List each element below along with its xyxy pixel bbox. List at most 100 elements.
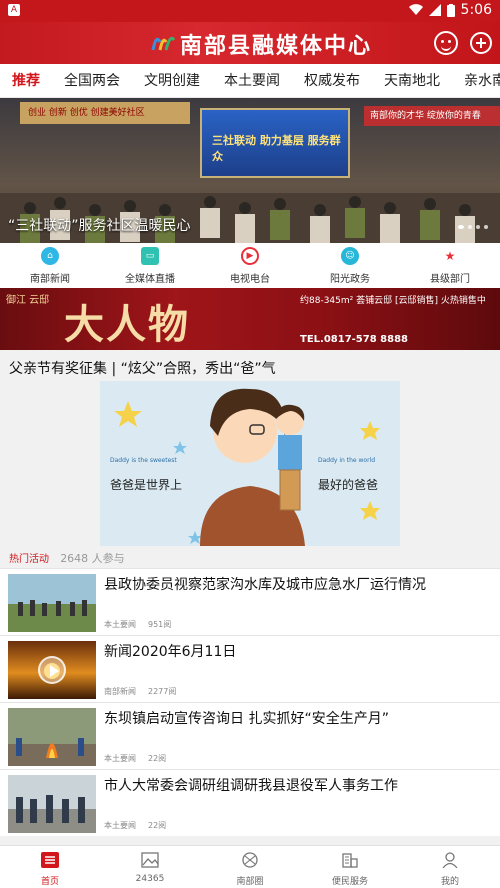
news-category: 南部新闻 [104, 687, 136, 696]
news-meta: 本土要闻 22阅 [104, 753, 166, 764]
feature-illustration: Daddy is the sweetest Daddy in the world… [100, 381, 400, 546]
menu-icon[interactable] [470, 32, 492, 54]
smiley-icon[interactable] [434, 31, 458, 55]
home-icon: ⌂ [41, 247, 59, 265]
carousel-dot [458, 225, 464, 229]
channel-tabs: 推荐 全国两会 文明创建 本土要闻 权威发布 天南地北 亲水南 [0, 64, 500, 98]
ad-phone: TEL.0817-578 8888 [300, 334, 408, 345]
news-thumbnail [8, 574, 96, 632]
news-category: 本土要闻 [104, 620, 136, 629]
carousel-dot [468, 225, 472, 229]
tab-everywhere[interactable]: 天南地北 [372, 64, 452, 97]
news-meta: 南部新闻 2277阅 [104, 686, 176, 697]
news-meta: 本土要闻 951阅 [104, 619, 171, 630]
art-caption-left-en: Daddy is the sweetest [110, 457, 177, 464]
notification-icon: A [8, 4, 20, 16]
list-item[interactable]: 新闻2020年6月11日 南部新闻 2277阅 [0, 635, 500, 702]
news-title: 市人大常委会调研组调研我县退役军人事务工作 [104, 778, 398, 794]
nav-24365[interactable]: 24365 [100, 846, 200, 888]
play-icon: ▶ [241, 247, 259, 265]
shortcut-label: 阳光政务 [330, 274, 370, 285]
banner-caption: “三社联动”服务社区温暖民心 [8, 218, 191, 234]
site-watermark: 沃德下载站 [357, 807, 443, 826]
shortcut-nanbu-news[interactable]: ⌂ 南部新闻 [0, 243, 100, 288]
participant-count: 2648 人参与 [60, 552, 125, 565]
hot-activity-tag: 热门活动 [9, 554, 49, 565]
news-category: 本土要闻 [104, 821, 136, 830]
star-icon: ★ [441, 247, 459, 265]
status-right: 5:06 [408, 2, 492, 18]
battery-icon [446, 3, 455, 17]
nav-services[interactable]: 便民服务 [300, 846, 400, 888]
carousel-dots [458, 225, 488, 229]
news-reads: 2277阅 [148, 687, 177, 696]
shortcut-label: 南部新闻 [30, 274, 70, 285]
signal-icon [428, 4, 441, 16]
nav-mine[interactable]: 我的 [400, 846, 500, 888]
news-category: 本土要闻 [104, 754, 136, 763]
feature-title: 父亲节有奖征集 | “炫父”合照，秀出“爸”气 [9, 361, 276, 377]
feature-meta: 热门活动 2648 人参与 [9, 550, 125, 566]
art-caption-left: 爸爸是世界上 [110, 478, 183, 492]
news-list: 县政协委员视察范家沟水库及城市应急水厂运行情况 本土要闻 951阅 新闻2020年… [0, 568, 500, 836]
nav-nanbu-circle[interactable]: 南部圈 [200, 846, 300, 888]
tab-local-news[interactable]: 本土要闻 [212, 64, 292, 97]
news-reads: 951阅 [148, 620, 172, 629]
banner-stage-screen: 三社联动 助力基层 服务群众 [200, 108, 350, 178]
list-item[interactable]: 县政协委员视察范家沟水库及城市应急水厂运行情况 本土要闻 951阅 [0, 568, 500, 635]
wifi-icon [408, 4, 423, 16]
tab-national-sessions[interactable]: 全国两会 [52, 64, 132, 97]
app-header: 南部县融媒体中心 [0, 22, 500, 64]
banner-sign-right: 南部你的才华 绽放你的青春 [364, 106, 500, 126]
circle-icon [242, 852, 258, 868]
user-icon [442, 852, 458, 868]
home-list-icon [41, 852, 59, 868]
news-reads: 22阅 [148, 754, 167, 763]
ad-info: 约88-345m² 荟铺云邸 [云邸销售] 火热销售中 [300, 296, 486, 306]
bottom-navigation: 首页 24365 南部圈 便民服务 我的 [0, 845, 500, 888]
banner-screen-text: 三社联动 助力基层 服务群众 [212, 134, 341, 163]
quick-shortcuts: ⌂ 南部新闻 ▭ 全媒体直播 ▶ 电视电台 ☺ 阳光政务 ★ 县级部门 [0, 243, 500, 288]
art-caption-right: 最好的爸爸 [318, 478, 379, 492]
carousel-dot [484, 225, 488, 229]
hero-banner[interactable]: 创业 创新 创优 创建美好社区 三社联动 助力基层 服务群众 南部你的才华 绽放… [0, 98, 500, 243]
banner-sign-left: 创业 创新 创优 创建美好社区 [20, 102, 190, 124]
nav-label: 24365 [135, 874, 165, 884]
featured-activity[interactable]: 父亲节有奖征集 | “炫父”合照，秀出“爸”气 Daddy is the swe… [0, 350, 500, 568]
nav-label: 首页 [40, 877, 59, 887]
logo-icon [151, 36, 176, 51]
news-title: 县政协委员视察范家沟水库及城市应急水厂运行情况 [104, 577, 426, 593]
shortcut-departments[interactable]: ★ 县级部门 [400, 243, 500, 288]
tv-icon: ▭ [141, 247, 159, 265]
ad-headline: 大人物 [64, 301, 190, 348]
news-thumbnail [8, 708, 96, 766]
ad-brand: 御江 云邸 [6, 295, 50, 306]
clock: 5:06 [460, 2, 492, 18]
news-thumbnail [8, 775, 96, 833]
news-meta: 本土要闻 22阅 [104, 820, 166, 831]
advertisement-banner[interactable]: 御江 云邸 大人物 约88-345m² 荟铺云邸 [云邸销售] 火热销售中 TE… [0, 288, 500, 350]
news-title: 东坝镇启动宣传咨询日 扎实抓好“安全生产月” [104, 711, 389, 727]
nav-home[interactable]: 首页 [0, 846, 100, 888]
nav-label: 南部圈 [236, 877, 264, 887]
status-bar: A 5:06 [0, 0, 500, 22]
carousel-dot [476, 225, 480, 229]
shortcut-tv-radio[interactable]: ▶ 电视电台 [200, 243, 300, 288]
shortcut-label: 电视电台 [230, 274, 270, 285]
app-title: 南部县融媒体中心 [180, 33, 373, 59]
shortcut-live[interactable]: ▭ 全媒体直播 [100, 243, 200, 288]
tab-civilization[interactable]: 文明创建 [132, 64, 212, 97]
news-reads: 22阅 [148, 821, 167, 830]
tab-qinshuinan[interactable]: 亲水南 [452, 64, 500, 97]
play-icon[interactable] [38, 656, 66, 684]
tab-official-release[interactable]: 权威发布 [292, 64, 372, 97]
art-caption-right-en: Daddy in the world [318, 457, 376, 464]
news-title: 新闻2020年6月11日 [104, 644, 237, 660]
tab-recommend[interactable]: 推荐 [0, 64, 52, 97]
person-icon: ☺ [341, 247, 359, 265]
news-thumbnail [8, 641, 96, 699]
service-icon [342, 853, 358, 868]
nav-label: 便民服务 [331, 877, 368, 887]
list-item[interactable]: 东坝镇启动宣传咨询日 扎实抓好“安全生产月” 本土要闻 22阅 [0, 702, 500, 769]
shortcut-government[interactable]: ☺ 阳光政务 [300, 243, 400, 288]
